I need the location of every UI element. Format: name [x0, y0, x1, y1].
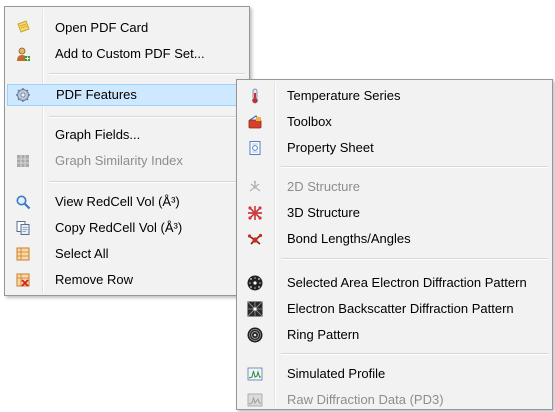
menu-separator — [281, 353, 548, 355]
menu-item-2d-structure: 2D Structure — [239, 176, 550, 198]
menu-item-bond-lengths[interactable]: Bond Lengths/Angles — [239, 228, 550, 250]
ring-pattern-icon — [247, 327, 263, 343]
menu-item-label: 3D Structure — [287, 205, 360, 220]
menu-separator — [49, 73, 245, 75]
menu-item-label: Bond Lengths/Angles — [287, 231, 411, 246]
menu-item-label: Add to Custom PDF Set... — [55, 46, 205, 61]
menu-item-saed-pattern[interactable]: Selected Area Electron Diffraction Patte… — [239, 272, 550, 294]
menu-item-label: Graph Fields... — [55, 127, 141, 142]
menu-item-label: Temperature Series — [287, 88, 401, 103]
menu-item-label: Toolbox — [287, 114, 332, 129]
menu-item-toolbox[interactable]: Toolbox — [239, 111, 550, 133]
menu-item-remove-row[interactable]: Remove Row — [7, 269, 247, 291]
menu-item-ebsd-pattern[interactable]: Electron Backscatter Diffraction Pattern — [239, 298, 550, 320]
magnifier-icon — [15, 194, 31, 210]
diffraction-pattern-icon — [247, 275, 263, 291]
menu-item-label: Simulated Profile — [287, 366, 386, 381]
menu-item-label: Ring Pattern — [287, 327, 360, 342]
menu-item-select-all[interactable]: Select All — [7, 243, 247, 265]
menu-item-label: PDF Features — [56, 87, 137, 102]
backscatter-pattern-icon — [247, 301, 263, 317]
menu-item-label: Select All — [55, 246, 109, 261]
menu-item-label: Remove Row — [55, 272, 134, 287]
menu-item-ring-pattern[interactable]: Ring Pattern — [239, 324, 550, 346]
note-card-icon — [15, 20, 31, 36]
menu-separator — [281, 258, 548, 260]
menu-item-label: Raw Diffraction Data (PD3) — [287, 392, 444, 407]
user-add-icon — [15, 46, 31, 62]
menu-item-view-redcell[interactable]: View RedCell Vol (Å³) — [7, 191, 247, 213]
table-select-icon — [15, 246, 31, 262]
pdf-features-submenu: Temperature Series Toolbox Property Shee… — [236, 79, 553, 410]
menu-item-pdf-features[interactable]: PDF Features ▸ — [7, 84, 247, 106]
menu-item-raw-diffraction: Raw Diffraction Data (PD3) — [239, 389, 550, 411]
molecule-2d-icon — [247, 179, 263, 195]
grid-icon — [15, 153, 31, 169]
menu-item-label: Electron Backscatter Diffraction Pattern — [287, 301, 514, 316]
menu-separator — [49, 116, 245, 118]
line-chart-icon — [247, 366, 263, 382]
bond-angles-icon — [247, 231, 263, 247]
menu-item-property-sheet[interactable]: Property Sheet — [239, 137, 550, 159]
menu-item-temperature-series[interactable]: Temperature Series — [239, 85, 550, 107]
menu-item-label: Selected Area Electron Diffraction Patte… — [287, 275, 527, 290]
menu-separator — [49, 181, 245, 183]
copy-icon — [15, 220, 31, 236]
menu-item-graph-fields[interactable]: Graph Fields... — [7, 124, 247, 146]
gear-icon — [15, 87, 31, 103]
molecule-3d-icon — [247, 205, 263, 221]
menu-item-label: Copy RedCell Vol (Å³) — [55, 220, 183, 235]
menu-separator — [281, 166, 548, 168]
menu-item-open-pdf-card[interactable]: Open PDF Card — [7, 17, 247, 39]
menu-item-label: Open PDF Card — [55, 20, 149, 35]
menu-item-label: View RedCell Vol (Å³) — [55, 194, 180, 209]
menu-item-add-custom-set[interactable]: Add to Custom PDF Set... — [7, 43, 247, 65]
thermometer-icon — [247, 88, 263, 104]
menu-item-graph-similarity: Graph Similarity Index — [7, 150, 247, 172]
raw-data-chart-icon — [247, 392, 263, 408]
menu-item-3d-structure[interactable]: 3D Structure — [239, 202, 550, 224]
menu-item-label: Graph Similarity Index — [55, 153, 183, 168]
menu-item-copy-redcell[interactable]: Copy RedCell Vol (Å³) — [7, 217, 247, 239]
table-delete-row-icon — [15, 272, 31, 288]
property-sheet-icon — [247, 140, 263, 156]
context-menu: Open PDF Card Add to Custom PDF Set... P… — [4, 6, 250, 296]
menu-item-label: Property Sheet — [287, 140, 374, 155]
menu-item-simulated-profile[interactable]: Simulated Profile — [239, 363, 550, 385]
menu-item-label: 2D Structure — [287, 179, 360, 194]
toolbox-icon — [247, 114, 263, 130]
